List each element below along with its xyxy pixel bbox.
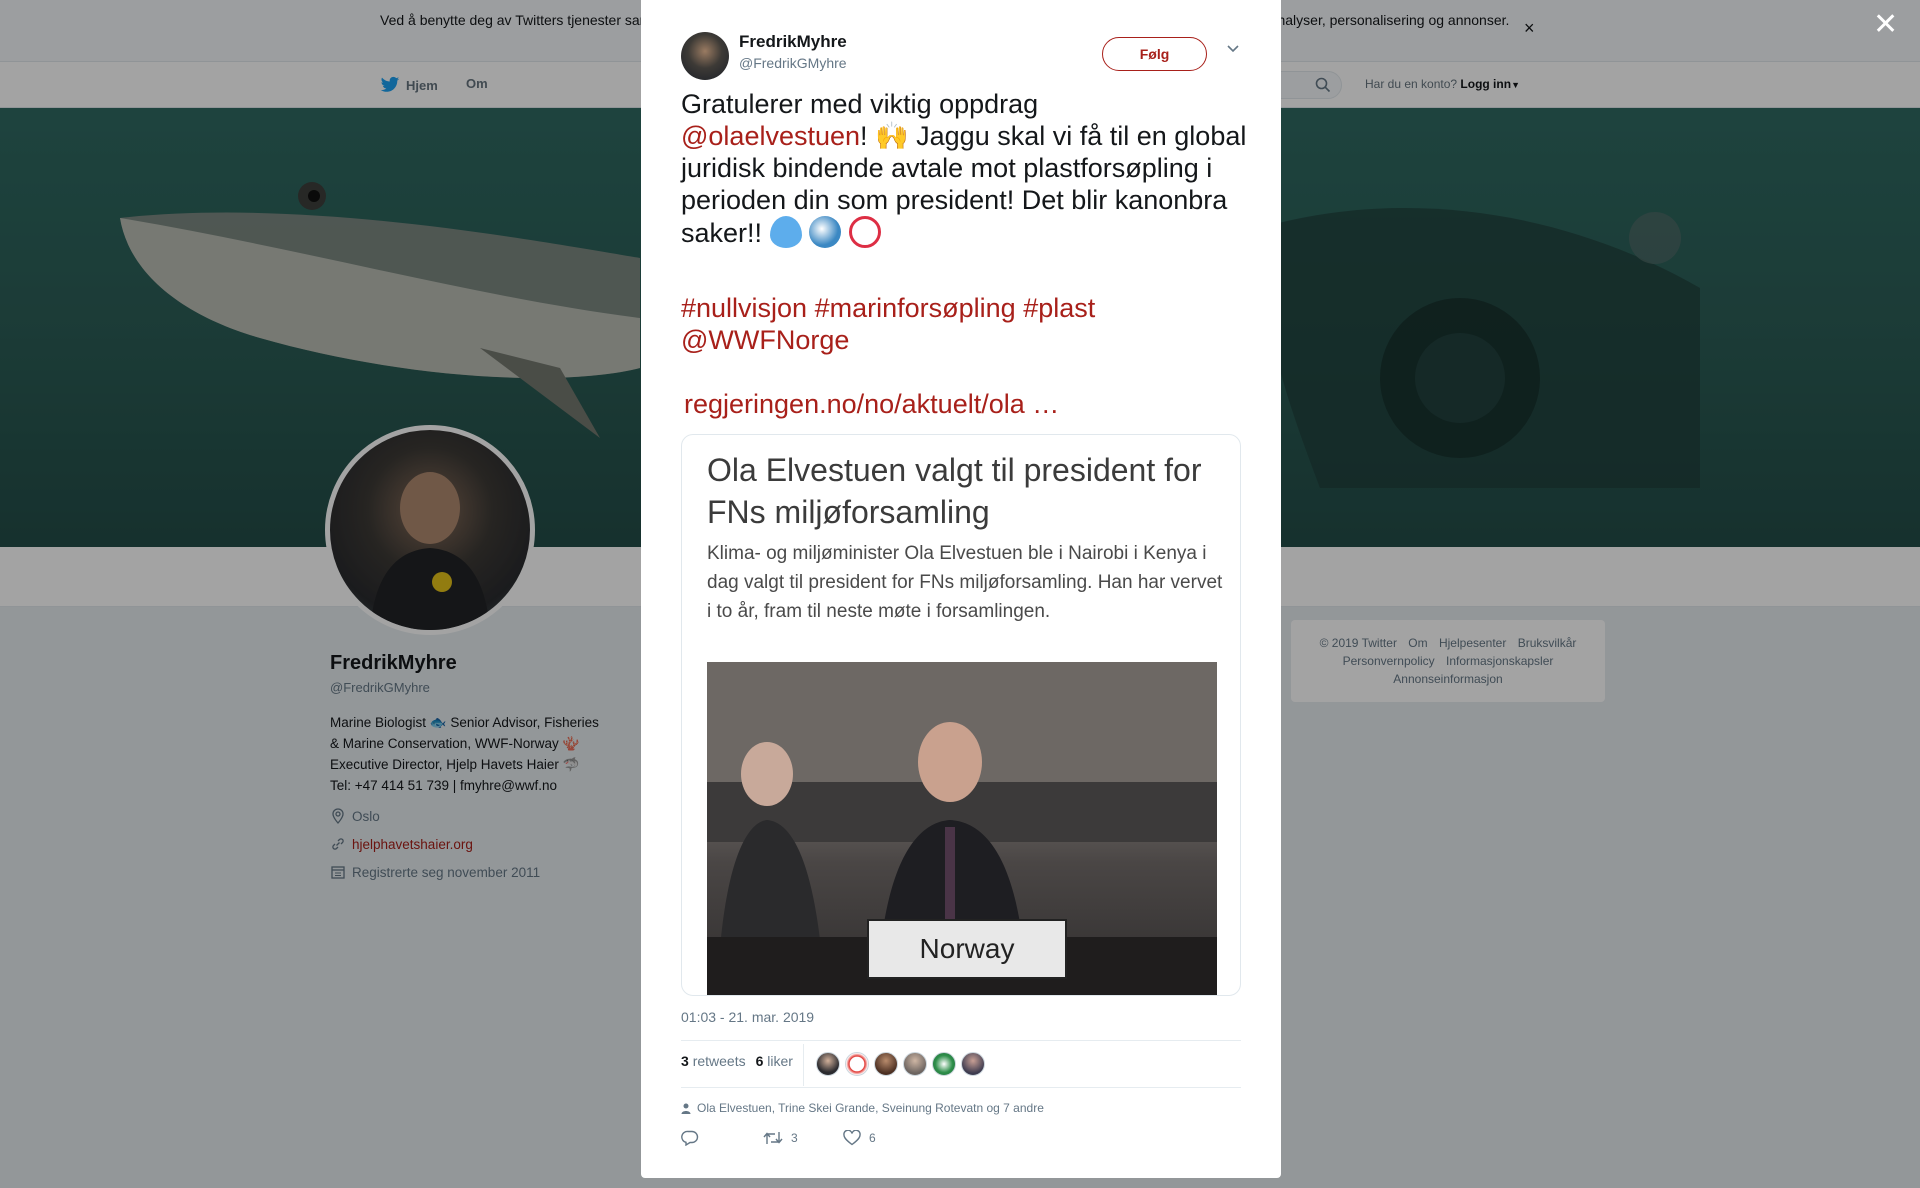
close-icon[interactable]: ✕ — [1873, 10, 1898, 40]
tweet-text-body: @olaelvestuen! 🙌 Jaggu skal vi få til en… — [681, 120, 1261, 249]
heart-icon — [843, 1130, 861, 1146]
no-littering-icon — [848, 216, 881, 248]
liker-avatar[interactable] — [932, 1052, 956, 1076]
liker-avatar[interactable] — [961, 1052, 985, 1076]
likes-label: liker — [767, 1053, 793, 1069]
tweet-text-line: Gratulerer med viktig oppdrag — [681, 89, 1039, 119]
liker-avatars — [816, 1052, 985, 1076]
water-wave-icon — [809, 216, 842, 248]
likes-count: 6 — [755, 1053, 764, 1069]
liked-by[interactable]: Ola Elvestuen, Trine Skei Grande, Sveinu… — [681, 1101, 1044, 1115]
like-button[interactable]: 6 — [843, 1130, 876, 1146]
hashtag-link[interactable]: #plast — [1023, 293, 1095, 323]
liker-avatar[interactable] — [845, 1052, 869, 1076]
chevron-down-icon[interactable] — [1226, 44, 1240, 54]
tweet-author-handle[interactable]: @FredrikGMyhre — [739, 55, 847, 71]
liked-by-text: Ola Elvestuen, Trine Skei Grande, Sveinu… — [697, 1101, 1044, 1115]
hashtag-link[interactable]: #nullvisjon — [681, 293, 807, 323]
tweet-modal: FredrikMyhre @FredrikGMyhre Følg Gratule… — [641, 0, 1281, 1178]
divider — [681, 1087, 1241, 1088]
retweet-icon — [763, 1132, 783, 1144]
liker-avatar[interactable] — [874, 1052, 898, 1076]
card-photo: Norway — [707, 662, 1217, 995]
divider — [681, 1040, 1241, 1041]
card-title: Ola Elvestuen valgt til president for FN… — [707, 452, 1202, 530]
liker-avatar[interactable] — [903, 1052, 927, 1076]
divider — [803, 1044, 804, 1086]
follow-button[interactable]: Følg — [1102, 37, 1207, 71]
reply-button[interactable] — [681, 1130, 763, 1146]
mention-link[interactable]: @WWFNorge — [681, 324, 1261, 356]
link-preview-card[interactable]: Ola Elvestuen valgt til president for FN… — [681, 434, 1241, 996]
likes-stat[interactable]: 6 liker — [756, 1053, 793, 1069]
retweet-button[interactable]: 3 — [763, 1130, 843, 1146]
tweet-text: Gratulerer med viktig oppdrag @olaelvest… — [681, 88, 1261, 249]
country-placard: Norway — [867, 919, 1067, 979]
retweet-action-count: 3 — [791, 1131, 798, 1145]
tweet-author-avatar[interactable] — [681, 32, 729, 80]
hashtag-link[interactable]: #marinforsøpling — [815, 293, 1016, 323]
tweet-hashtags: #nullvisjon #marinforsøpling #plast @WWF… — [681, 292, 1261, 356]
like-action-count: 6 — [869, 1131, 876, 1145]
tweet-actions: 3 6 — [681, 1130, 876, 1146]
card-description: Klima- og miljøminister Ola Elvestuen bl… — [707, 543, 1223, 622]
retweets-stat[interactable]: 3 retweets — [681, 1053, 746, 1069]
tweet-timestamp[interactable]: 01:03 - 21. mar. 2019 — [681, 1009, 814, 1025]
retweets-count: 3 — [681, 1053, 689, 1069]
reply-icon — [681, 1130, 699, 1146]
tweet-author-name[interactable]: FredrikMyhre — [739, 32, 847, 52]
blue-heart-icon — [769, 216, 802, 248]
tweet-url-link[interactable]: regjeringen.no/no/aktuelt/ola … — [684, 389, 1059, 420]
retweets-label: retweets — [692, 1053, 746, 1069]
tweet-stats: 3 retweets 6 liker — [681, 1053, 793, 1069]
mention-link[interactable]: @olaelvestuen — [681, 121, 860, 151]
person-icon — [681, 1103, 691, 1114]
liker-avatar[interactable] — [816, 1052, 840, 1076]
